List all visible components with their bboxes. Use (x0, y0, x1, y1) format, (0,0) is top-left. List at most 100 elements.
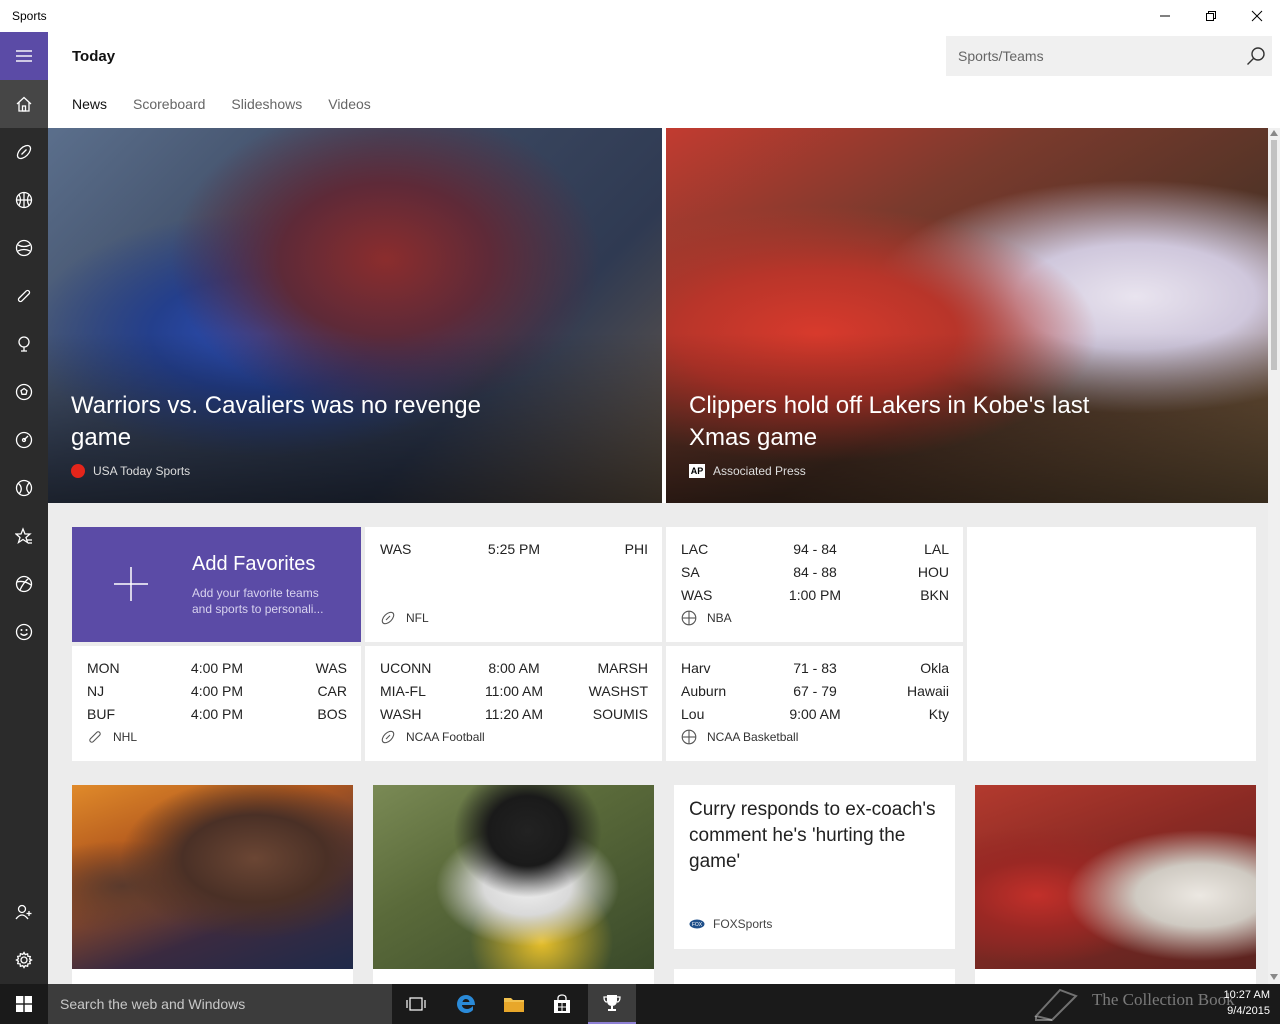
rail-item-multisport[interactable] (0, 560, 48, 608)
hamburger-menu-icon (16, 50, 32, 62)
rail-item-emoji[interactable] (0, 608, 48, 656)
vertical-scrollbar[interactable] (1268, 128, 1280, 984)
news-card-spurs-rockets[interactable] (975, 785, 1256, 969)
rail-item-tennis[interactable] (0, 464, 48, 512)
rail-item-baseball[interactable] (0, 224, 48, 272)
watermark-text: The Collection Book (1092, 990, 1235, 1009)
rail-item-football[interactable] (0, 128, 48, 176)
scoreboard-tile-nba[interactable]: LAC 94 - 84 LAL SA 84 - 88 HOU WAS 1:00 … (666, 527, 963, 642)
taskbar-search-box[interactable]: Search the web and Windows (48, 984, 392, 1024)
soccer-icon (15, 383, 33, 401)
scroll-down-arrow-icon[interactable] (1270, 974, 1278, 980)
league-label: NBA (681, 610, 732, 626)
game-status: 71 - 83 (793, 660, 837, 676)
news-card-steelers[interactable] (373, 785, 654, 969)
tab-slideshows[interactable]: Slideshows (231, 96, 302, 112)
hero-headline: Warriors vs. Cavaliers was no revenge ga… (71, 392, 481, 451)
empty-tile (967, 527, 1256, 761)
league-label: NCAA Football (380, 729, 485, 745)
league-name: NCAA Basketball (707, 730, 799, 744)
news-card-next (674, 969, 955, 984)
rail-item-settings[interactable] (0, 936, 48, 984)
restore-button[interactable] (1188, 0, 1234, 32)
search-input[interactable] (946, 36, 1236, 76)
scoreboard-tile-ncaa-football[interactable]: UCONN 8:00 AM MARSH MIA-FL 11:00 AM WASH… (365, 646, 662, 761)
rail-item-golf[interactable] (0, 320, 48, 368)
team-away: WASHST (588, 683, 648, 699)
tab-news[interactable]: News (72, 96, 107, 112)
rail-item-basketball[interactable] (0, 176, 48, 224)
section-tabs: News Scoreboard Slideshows Videos (72, 96, 397, 112)
hockey-icon (17, 289, 31, 303)
hamburger-menu-button[interactable] (0, 32, 48, 80)
game-status: 9:00 AM (789, 706, 841, 722)
home-icon (16, 96, 32, 112)
game-status: 4:00 PM (190, 683, 244, 699)
navigation-rail (0, 32, 48, 984)
news-card-curry[interactable]: Curry responds to ex-coach's comment he'… (674, 785, 955, 949)
golf-icon (18, 336, 30, 352)
tab-videos[interactable]: Videos (328, 96, 371, 112)
hero-story-warriors[interactable]: Warriors vs. Cavaliers was no revenge ga… (48, 128, 662, 503)
news-card-source-label: FOXSports (713, 917, 773, 931)
system-tray-clock[interactable]: 10:27 AM 9/4/2015 (1224, 987, 1270, 1019)
search-icon[interactable] (1246, 46, 1266, 66)
svg-text:FOX: FOX (692, 922, 703, 928)
score-row: LAC 94 - 84 LAL (681, 541, 949, 563)
score-row: Lou 9:00 AM Kty (681, 706, 949, 728)
team-away: WAS (315, 660, 347, 676)
tab-scoreboard[interactable]: Scoreboard (133, 96, 205, 112)
rail-item-soccer[interactable] (0, 368, 48, 416)
hero-source: USA Today Sports (71, 464, 190, 478)
hero-story-clippers[interactable]: Clippers hold off Lakers in Kobe's last … (666, 128, 1268, 503)
football-icon (381, 730, 395, 744)
league-name: NCAA Football (406, 730, 485, 744)
add-favorites-tile[interactable]: Add Favorites Add your favorite teams an… (72, 527, 361, 642)
game-status: 94 - 84 (793, 541, 837, 557)
store-bag-icon (554, 994, 570, 1013)
sports-app-button[interactable] (588, 984, 636, 1024)
news-card-lebron[interactable] (72, 785, 353, 969)
game-status: 5:25 PM (487, 541, 541, 557)
close-button[interactable] (1234, 0, 1280, 32)
minimize-button[interactable] (1142, 0, 1188, 32)
score-row: UCONN 8:00 AM MARSH (380, 660, 648, 682)
add-favorites-subtitle: Add your favorite teams and sports to pe… (192, 586, 324, 616)
window-title: Sports (12, 9, 47, 23)
usa-today-logo-icon (71, 464, 85, 478)
news-card-caption-strip (72, 969, 353, 984)
trophy-icon (603, 995, 621, 1011)
score-row: WAS 1:00 PM BKN (681, 587, 949, 609)
news-card-title: Curry responds to ex-coach's comment he'… (689, 799, 936, 872)
scrollbar-thumb[interactable] (1271, 140, 1277, 370)
rail-item-favorites[interactable] (0, 512, 48, 560)
task-view-button[interactable] (392, 984, 440, 1024)
scoreboard-tile-nfl[interactable]: WAS 5:25 PM PHI NFL (365, 527, 662, 642)
task-view-icon (406, 997, 426, 1011)
news-card-caption-strip (975, 969, 1256, 984)
rail-item-hockey[interactable] (0, 272, 48, 320)
hero-source-label: USA Today Sports (93, 464, 191, 478)
store-button[interactable] (538, 984, 586, 1024)
file-explorer-button[interactable] (490, 984, 538, 1024)
scoreboard-tile-nhl[interactable]: MON 4:00 PM WAS NJ 4:00 PM CAR BUF 4:00 … (72, 646, 361, 761)
edge-browser-button[interactable] (442, 984, 490, 1024)
score-row: SA 84 - 88 HOU (681, 564, 949, 586)
news-card-image (975, 785, 1256, 969)
hero-source-label: Associated Press (713, 464, 806, 478)
baseball-icon (15, 239, 33, 257)
team-away: BKN (920, 587, 949, 603)
rail-item-account[interactable] (0, 888, 48, 936)
scoreboard-tile-ncaa-basketball[interactable]: Harv 71 - 83 Okla Auburn 67 - 79 Hawaii … (666, 646, 963, 761)
team-away: HOU (917, 564, 949, 580)
favorites-icon (15, 527, 32, 545)
page-title: Today (72, 48, 116, 65)
scroll-up-arrow-icon[interactable] (1270, 130, 1278, 136)
rail-item-home[interactable] (0, 80, 48, 128)
add-favorites-title: Add Favorites (192, 553, 316, 575)
rail-item-racing[interactable] (0, 416, 48, 464)
team-away: LAL (924, 541, 949, 557)
start-button[interactable] (0, 984, 48, 1024)
league-label: NCAA Basketball (681, 729, 798, 745)
racing-icon (15, 431, 33, 449)
